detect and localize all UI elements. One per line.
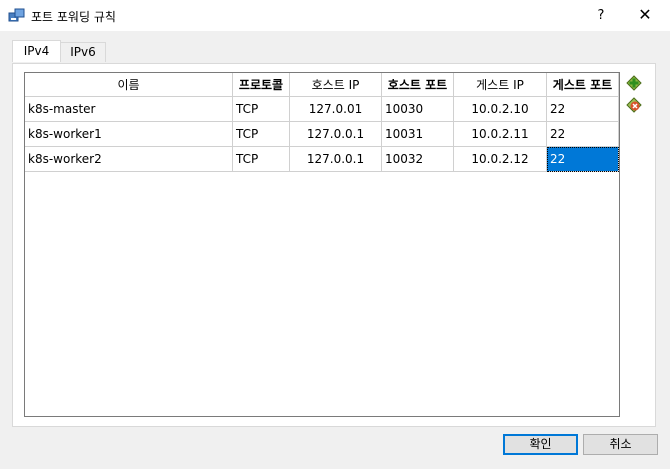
table-row[interactable]: k8s-master TCP 127.0.01 10030 10.0.2.10 … [25,97,619,122]
column-header-host-port[interactable]: 호스트 포트 [382,73,454,97]
cell-host-port[interactable]: 10030 [382,97,454,122]
cell-host-ip[interactable]: 127.0.0.1 [290,122,382,147]
cell-name[interactable]: k8s-master [25,97,233,122]
column-header-protocol[interactable]: 프로토콜 [233,73,290,97]
column-header-name[interactable]: 이름 [25,73,233,97]
cell-guest-ip[interactable]: 10.0.2.10 [454,97,547,122]
tab-ipv6[interactable]: IPv6 [60,42,106,62]
cell-host-ip[interactable]: 127.0.01 [290,97,382,122]
help-button[interactable]: ? [582,0,620,31]
cell-guest-port[interactable]: 22 [547,97,619,122]
cell-guest-ip[interactable]: 10.0.2.12 [454,147,547,172]
cell-guest-ip[interactable]: 10.0.2.11 [454,122,547,147]
cancel-button[interactable]: 취소 [583,434,658,455]
port-forwarding-table: 이름 프로토콜 호스트 IP 호스트 포트 게스트 IP 게스트 포트 k8s-… [24,72,620,417]
window-title: 포트 포워딩 규칙 [31,10,116,24]
cell-protocol[interactable]: TCP [233,122,290,147]
cell-guest-port-editing[interactable]: 22 [547,147,619,172]
cell-host-port[interactable]: 10031 [382,122,454,147]
cell-host-ip[interactable]: 127.0.0.1 [290,147,382,172]
cell-host-port[interactable]: 10032 [382,147,454,172]
cell-protocol[interactable]: TCP [233,97,290,122]
column-header-guest-ip[interactable]: 게스트 IP [454,73,547,97]
column-header-host-ip[interactable]: 호스트 IP [290,73,382,97]
table-row[interactable]: k8s-worker2 TCP 127.0.0.1 10032 10.0.2.1… [25,147,619,172]
cell-name[interactable]: k8s-worker2 [25,147,233,172]
table-row[interactable]: k8s-worker1 TCP 127.0.0.1 10031 10.0.2.1… [25,122,619,147]
title-bar: 포트 포워딩 규칙 ? ✕ [0,0,670,31]
cell-name[interactable]: k8s-worker1 [25,122,233,147]
tab-ipv4[interactable]: IPv4 [12,40,61,62]
close-button[interactable]: ✕ [622,0,668,31]
virtualbox-port-forward-icon [8,8,25,22]
remove-rule-icon[interactable] [626,97,642,113]
add-rule-icon[interactable] [626,75,642,91]
cell-guest-port[interactable]: 22 [547,122,619,147]
cell-protocol[interactable]: TCP [233,147,290,172]
column-header-guest-port[interactable]: 게스트 포트 [547,73,619,97]
ok-button[interactable]: 확인 [503,434,578,455]
table-header: 이름 프로토콜 호스트 IP 호스트 포트 게스트 IP 게스트 포트 [25,73,619,97]
